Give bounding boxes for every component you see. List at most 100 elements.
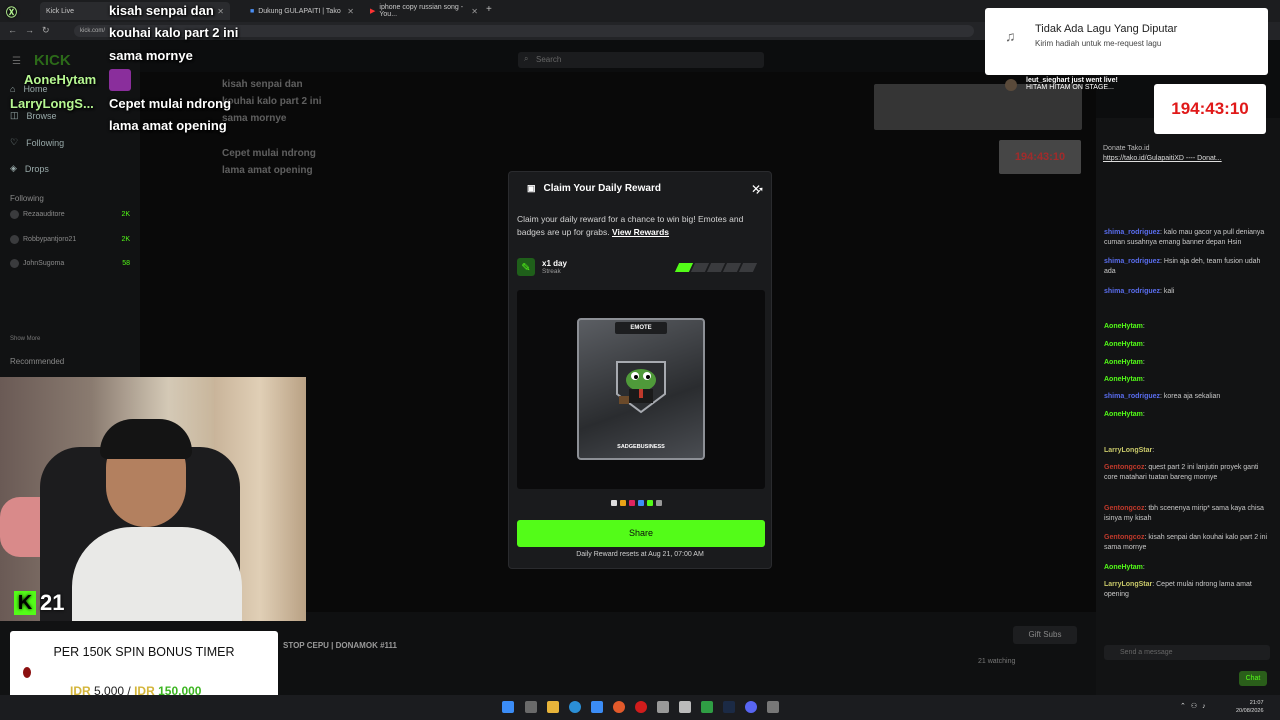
channel-name: Rezaauditore	[23, 211, 65, 218]
chat-username[interactable]: Gentongcoz	[1104, 464, 1144, 471]
browser-tab-youtube[interactable]: ▶ iphone copy russian song - You... ✕	[364, 2, 484, 20]
chat-username[interactable]: Gentongcoz	[1104, 534, 1144, 541]
shirt-shape	[72, 527, 242, 621]
sidebar-item-following[interactable]: ♡ Following	[10, 137, 64, 148]
avatar	[1005, 79, 1017, 91]
show-more-link[interactable]: Show More	[10, 336, 40, 342]
chat-send-button[interactable]: Chat	[1239, 671, 1267, 686]
pagination-dot[interactable]	[638, 500, 644, 506]
chat-message: AoneHytam:	[1104, 341, 1145, 348]
overlay-chat-line: sama mornye	[109, 48, 193, 63]
search-input[interactable]: Search	[518, 52, 764, 68]
edge-icon[interactable]	[569, 701, 581, 713]
stream-info-bar	[140, 612, 1096, 695]
pepe-emote-icon	[616, 361, 666, 414]
chat-username[interactable]: AoneHytam	[1104, 564, 1143, 571]
chat-message: LarryLongStar: Cepet mulai ndrong lama a…	[1104, 581, 1252, 598]
following-channel[interactable]: Robbypantjoro21 2K	[10, 235, 130, 244]
streak-days: x1 day	[542, 259, 567, 268]
chat-username[interactable]: AoneHytam	[1104, 376, 1143, 383]
kick-k-icon: K	[14, 591, 36, 615]
sidebar-item-drops[interactable]: ◈ Drops	[10, 163, 49, 174]
song-request-notification: ♫ Tidak Ada Lagu Yang Diputar Kirim hadi…	[985, 8, 1268, 75]
pagination-dot[interactable]	[656, 500, 662, 506]
pin-icon	[23, 667, 31, 678]
pagination-dot[interactable]	[647, 500, 653, 506]
home-icon: ⌂	[10, 84, 16, 94]
following-channel[interactable]: Rezaauditore 2K	[10, 210, 130, 219]
modal-title: Claim Your Daily Reward	[543, 183, 661, 194]
new-tab-button[interactable]: +	[486, 4, 492, 15]
tab-label: iphone copy russian song - You...	[379, 4, 464, 18]
search-icon: ⌕	[524, 54, 529, 63]
calendar-icon: ▣	[527, 183, 536, 193]
browser-tab-tako[interactable]: ■ Dukung GULAPAITI | Tako ✕	[244, 2, 360, 20]
chat-username[interactable]: Gentongcoz	[1104, 505, 1144, 512]
stream-echo-timer: 194:43:10	[999, 140, 1081, 174]
kick-logo[interactable]: KICK	[34, 52, 71, 69]
view-rewards-link[interactable]: View Rewards	[612, 227, 669, 237]
chat-username[interactable]: LarryLongStar	[1104, 581, 1152, 588]
opera-icon[interactable]	[635, 701, 647, 713]
chat-username[interactable]: shima_rodriguez	[1104, 288, 1160, 295]
avatar	[10, 235, 19, 244]
file-explorer-icon[interactable]	[547, 701, 559, 713]
live-alert-user: leut_sieghart just went live!	[1026, 77, 1118, 84]
task-view-icon[interactable]	[525, 701, 537, 713]
watching-count: 21 watching	[978, 658, 1016, 665]
youtube-favicon-icon: ▶	[370, 8, 376, 15]
chat-username[interactable]: AoneHytam	[1104, 359, 1143, 366]
channel-name: JohnSugoma	[23, 260, 65, 267]
start-menu-icon[interactable]	[502, 701, 514, 713]
chat-username[interactable]: AoneHytam	[1104, 341, 1143, 348]
donate-link[interactable]: https://tako.id/GulapaitiXD ---- Donat..…	[1103, 155, 1222, 162]
tab-label: Dukung GULAPAITI | Tako	[258, 7, 341, 15]
nav-buttons[interactable]: ←→↻	[8, 25, 58, 36]
donate-title: Donate Tako.id	[1103, 145, 1150, 152]
discord-icon[interactable]	[745, 701, 757, 713]
share-button[interactable]: Share	[517, 520, 765, 547]
chat-username[interactable]: shima_rodriguez	[1104, 258, 1160, 265]
app-icon[interactable]	[657, 701, 669, 713]
sidebar-item-label: Browse	[26, 110, 57, 121]
close-tab-icon[interactable]: ✕	[471, 7, 478, 16]
chat-username[interactable]: LarryLongStar	[1104, 447, 1152, 454]
store-icon[interactable]	[591, 701, 603, 713]
chat-username[interactable]: shima_rodriguez	[1104, 229, 1160, 236]
daily-reward-modal: ▣ Claim Your Daily Reward ✕ Claim your d…	[508, 171, 772, 569]
pagination-dot[interactable]	[620, 500, 626, 506]
chat-input[interactable]: Send a message	[1104, 645, 1270, 660]
chrome-icon[interactable]	[613, 701, 625, 713]
following-header: Following	[10, 194, 44, 203]
steam-icon[interactable]	[723, 701, 735, 713]
xbox-icon[interactable]	[701, 701, 713, 713]
close-tab-icon[interactable]: ✕	[347, 7, 354, 16]
drops-icon: ◈	[10, 163, 17, 173]
viewer-count: 2K	[121, 211, 130, 218]
system-tray-icons[interactable]: ⌃⚇♪	[1180, 702, 1211, 710]
pagination-dot[interactable]	[611, 500, 617, 506]
app-icon[interactable]	[679, 701, 691, 713]
reset-text: Daily Reward resets at Aug 21, 07:00 AM	[576, 551, 704, 558]
gift-subs-button[interactable]: Gift Subs	[1013, 626, 1077, 644]
overlay-chat-line: kouhai kalo part 2 ini	[109, 25, 239, 40]
live-alert: leut_sieghart just went live! HITAM HITA…	[1000, 77, 1150, 91]
chat-username[interactable]: AoneHytam	[1104, 411, 1143, 418]
taskbar-clock[interactable]: 21:07 20/08/2026	[1236, 699, 1264, 715]
close-tab-icon[interactable]: ✕	[217, 7, 224, 16]
chat-username[interactable]: AoneHytam	[1104, 323, 1143, 330]
stream-timer: 194:43:10	[1154, 84, 1266, 134]
sidebar-item-browse[interactable]: ◫ Browse	[10, 110, 57, 121]
chat-message: AoneHytam:	[1104, 564, 1145, 571]
chat-message: Gentongcoz: quest part 2 ini lanjutin pr…	[1104, 464, 1259, 481]
chat-username[interactable]: shima_rodriguez	[1104, 393, 1160, 400]
pagination-dot[interactable]	[629, 500, 635, 506]
chat-message: AoneHytam:	[1104, 376, 1145, 383]
overlay-chat-line: kisah senpai dan	[109, 3, 214, 18]
card-type-label: EMOTE	[615, 322, 667, 334]
following-channel[interactable]: JohnSugoma 58	[10, 259, 130, 268]
menu-icon[interactable]: ☰	[12, 56, 21, 67]
browse-icon: ◫	[10, 110, 19, 120]
app-icon[interactable]	[767, 701, 779, 713]
live-alert-text: HITAM HITAM ON STAGE...	[1026, 84, 1114, 91]
